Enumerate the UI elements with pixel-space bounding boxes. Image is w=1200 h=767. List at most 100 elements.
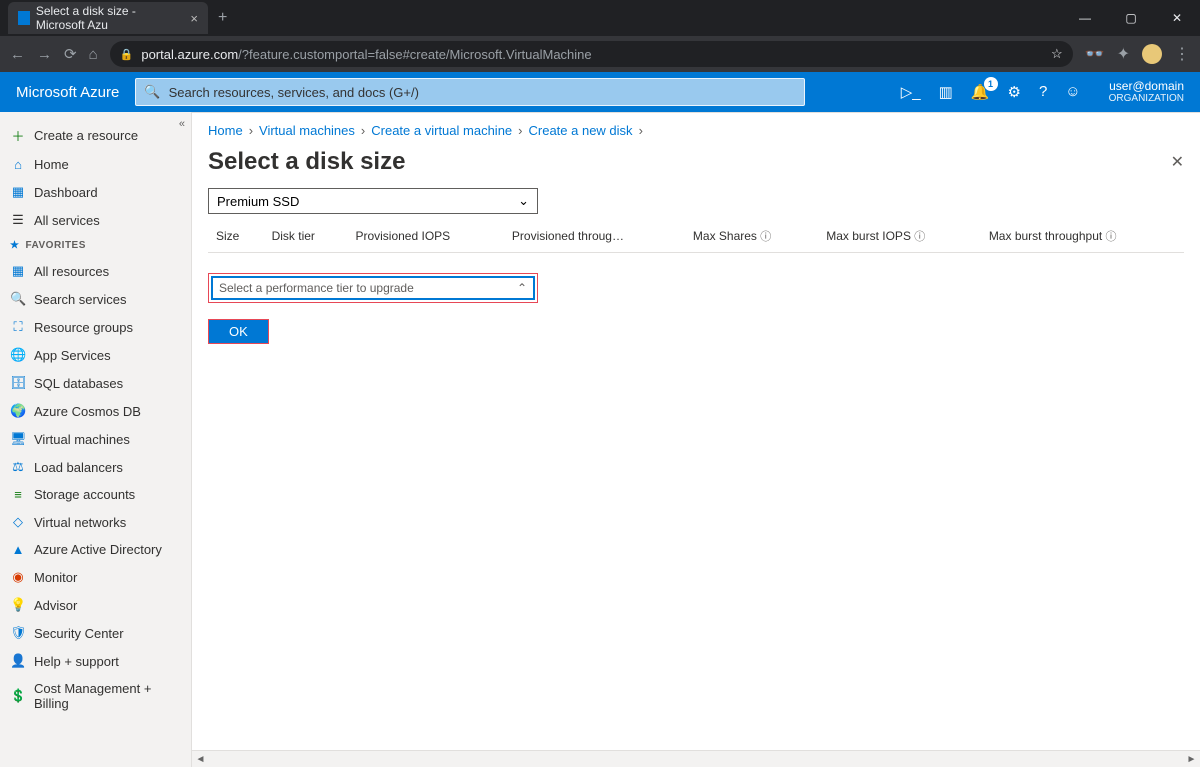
disk-size-table: SizeDisk tierProvisioned IOPSProvisioned…	[208, 220, 1184, 253]
sidebar-favorites-header: ★FAVORITES	[0, 234, 191, 257]
user-menu[interactable]: user@domain ORGANIZATION	[1109, 79, 1184, 105]
scroll-left-icon[interactable]: ◄	[192, 751, 209, 767]
sidebar-item-virtual-networks[interactable]: ◇Virtual networks	[0, 508, 191, 536]
performance-tier-dropdown[interactable]: Select a performance tier to upgrade ⌃	[211, 276, 535, 300]
chevron-right-icon: ›	[249, 123, 253, 138]
back-button[interactable]: ←	[10, 46, 25, 63]
info-icon[interactable]: ⓘ	[1106, 231, 1117, 243]
column-header[interactable]: Provisioned IOPS	[347, 220, 503, 253]
extensions-icon[interactable]: ✦	[1117, 44, 1130, 64]
feedback-icon[interactable]: ☺	[1065, 83, 1080, 100]
minimize-button[interactable]: ―	[1062, 0, 1108, 36]
sidebar-item-load-balancers[interactable]: ⚖Load balancers	[0, 453, 191, 481]
settings-icon[interactable]: ⚙	[1008, 83, 1021, 101]
sidebar-item-resource-groups[interactable]: ⛶Resource groups	[0, 313, 191, 341]
reload-button[interactable]: ⟳	[64, 45, 77, 63]
browser-menu-icon[interactable]: ⋮	[1174, 44, 1190, 64]
collapse-sidebar-icon[interactable]: «	[179, 118, 185, 130]
sidebar-item-app-services[interactable]: 🌐App Services	[0, 341, 191, 369]
service-icon: 🌐	[10, 347, 26, 363]
directory-filter-icon[interactable]: ▥	[939, 83, 953, 101]
incognito-icon[interactable]: 👓	[1085, 44, 1105, 64]
notifications-icon[interactable]: 🔔1	[971, 83, 990, 101]
column-header[interactable]: Provisioned throug…	[504, 220, 685, 253]
url-path: /?feature.customportal=false#create/Micr…	[238, 47, 591, 62]
list-icon: ☰	[10, 212, 26, 228]
content-scroll[interactable]: Premium SSD ⌄ SizeDisk tierProvisioned I…	[192, 188, 1200, 750]
sidebar-item-storage-accounts[interactable]: ≡Storage accounts	[0, 481, 191, 508]
url-host: portal.azure.com	[141, 47, 238, 62]
sidebar-item-help-support[interactable]: 👤Help + support	[0, 647, 191, 675]
help-icon[interactable]: ?	[1039, 83, 1047, 100]
sidebar-dashboard[interactable]: ▦Dashboard	[0, 178, 191, 206]
azure-search-input[interactable]: 🔍 Search resources, services, and docs (…	[135, 78, 805, 106]
forward-button[interactable]: →	[37, 46, 52, 63]
sidebar-item-all-resources[interactable]: ▦All resources	[0, 257, 191, 285]
column-header[interactable]: Max burst IOPS ⓘ	[818, 220, 981, 253]
service-icon: ≡	[10, 487, 26, 502]
horizontal-scrollbar[interactable]: ◄ ►	[192, 750, 1200, 767]
service-icon: ◇	[10, 514, 26, 530]
sidebar-all-services[interactable]: ☰All services	[0, 206, 191, 234]
sidebar-create-resource[interactable]: ＋Create a resource	[0, 120, 191, 151]
star-icon: ★	[10, 240, 19, 251]
sidebar-item-azure-cosmos-db[interactable]: 🌍Azure Cosmos DB	[0, 397, 191, 425]
service-icon: ▦	[10, 263, 26, 279]
disk-type-value: Premium SSD	[217, 194, 299, 209]
sidebar-item-virtual-machines[interactable]: 🖥Virtual machines	[0, 425, 191, 453]
column-header[interactable]: Size	[208, 220, 264, 253]
sidebar-item-monitor[interactable]: ◉Monitor	[0, 563, 191, 591]
close-panel-icon[interactable]: ✕	[1171, 152, 1184, 172]
maximize-button[interactable]: ▢	[1108, 0, 1154, 36]
breadcrumb-link[interactable]: Create a virtual machine	[371, 123, 512, 138]
breadcrumb-link[interactable]: Create a new disk	[529, 123, 633, 138]
star-icon[interactable]: ☆	[1051, 46, 1063, 62]
service-icon: 💲	[10, 688, 26, 704]
ok-button[interactable]: OK	[208, 319, 269, 344]
new-tab-button[interactable]: +	[208, 9, 237, 27]
sidebar-item-search-services[interactable]: 🔍Search services	[0, 285, 191, 313]
column-header[interactable]: Max burst throughput ⓘ	[981, 220, 1184, 253]
sidebar-home[interactable]: ⌂Home	[0, 151, 191, 178]
column-header[interactable]: Max Shares ⓘ	[685, 220, 818, 253]
scroll-right-icon[interactable]: ►	[1183, 751, 1200, 767]
breadcrumb-link[interactable]: Virtual machines	[259, 123, 355, 138]
breadcrumb-link[interactable]: Home	[208, 123, 243, 138]
chevron-right-icon: ›	[518, 123, 522, 138]
sidebar-item-azure-active-directory[interactable]: ▲Azure Active Directory	[0, 536, 191, 563]
performance-tier-box: Select a performance tier to upgrade ⌃	[208, 273, 538, 303]
sidebar-item-sql-databases[interactable]: 🗄SQL databases	[0, 369, 191, 397]
sidebar-item-security-center[interactable]: 🛡Security Center	[0, 619, 191, 647]
info-icon[interactable]: ⓘ	[760, 231, 771, 243]
home-button[interactable]: ⌂	[89, 46, 98, 63]
service-icon: 💡	[10, 597, 26, 613]
service-icon: 🛡	[10, 625, 26, 641]
sidebar-item-cost-management-billing[interactable]: 💲Cost Management + Billing	[0, 675, 191, 717]
main-panel: Home › Virtual machines › Create a virtu…	[192, 112, 1200, 767]
tab-title: Select a disk size - Microsoft Azu	[36, 4, 185, 32]
chevron-up-icon: ⌃	[517, 281, 527, 295]
url-field[interactable]: 🔒 portal.azure.com/?feature.customportal…	[110, 41, 1073, 67]
info-icon[interactable]: ⓘ	[914, 231, 925, 243]
profile-avatar[interactable]	[1142, 44, 1162, 64]
sidebar-item-advisor[interactable]: 💡Advisor	[0, 591, 191, 619]
browser-tab[interactable]: Select a disk size - Microsoft Azu ×	[8, 2, 208, 34]
chevron-right-icon: ›	[639, 123, 643, 138]
breadcrumb: Home › Virtual machines › Create a virtu…	[192, 113, 1200, 148]
cloud-shell-icon[interactable]: ▷_	[901, 83, 921, 101]
close-window-button[interactable]: ✕	[1154, 0, 1200, 36]
service-icon: 🌍	[10, 403, 26, 419]
chevron-down-icon: ⌄	[518, 193, 529, 209]
search-icon: 🔍	[144, 84, 160, 100]
notification-badge: 1	[984, 77, 998, 91]
service-icon: 🗄	[10, 375, 26, 391]
disk-type-dropdown[interactable]: Premium SSD ⌄	[208, 188, 538, 214]
azure-logo[interactable]: Microsoft Azure	[16, 84, 119, 101]
user-email: user@domain	[1109, 79, 1184, 93]
azure-favicon-icon	[18, 11, 30, 25]
close-tab-icon[interactable]: ×	[190, 11, 198, 26]
dashboard-icon: ▦	[10, 184, 26, 200]
service-icon: ⚖	[10, 459, 26, 475]
column-header[interactable]: Disk tier	[264, 220, 348, 253]
window-controls: ― ▢ ✕	[1062, 0, 1200, 36]
